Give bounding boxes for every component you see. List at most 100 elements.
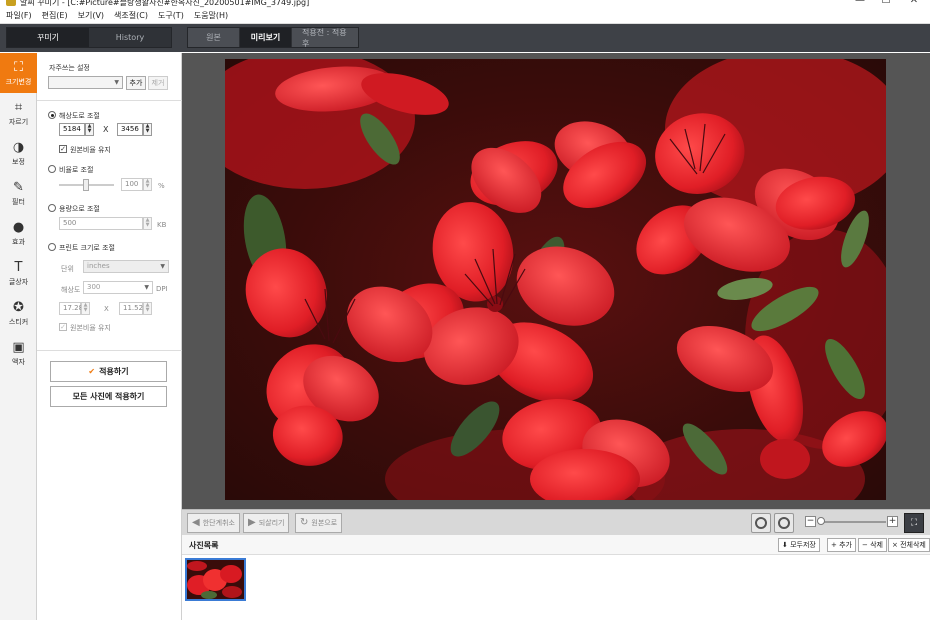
keep-ratio-checkbox[interactable]: ✓	[59, 145, 67, 153]
print-height-stepper[interactable]: ▲ ▼	[143, 302, 152, 315]
undo-button[interactable]: ◀ 한단계취소	[187, 513, 240, 533]
height-stepper[interactable]: ▲ ▼	[143, 123, 152, 136]
chevron-down-icon: ▼	[114, 79, 119, 86]
reset-button[interactable]: ↻ 원본으로	[295, 513, 343, 533]
radio-filesize[interactable]	[48, 204, 56, 212]
drop-icon: ●	[12, 219, 25, 235]
filesize-input[interactable]: 500	[59, 217, 143, 230]
tool-effect[interactable]: ● 효과	[0, 213, 37, 253]
kb-unit: KB	[157, 221, 167, 229]
photo-list-header: 사진목록 ⬇ 모두저장 + 추가 − 삭제 × 전체삭제	[182, 535, 930, 555]
add-photo-button[interactable]: + 추가	[827, 538, 856, 552]
menu-tools[interactable]: 도구(T)	[158, 10, 184, 21]
apply-button[interactable]: ✔ 적용하기	[50, 361, 167, 382]
dpi-label: 해상도	[61, 286, 81, 294]
minimize-button[interactable]: —	[850, 0, 870, 6]
menu-help[interactable]: 도움말(H)	[194, 10, 228, 21]
print-width-input[interactable]: 17.28	[59, 302, 83, 315]
close-button[interactable]: ✕	[904, 0, 924, 6]
ratio-input[interactable]: 100	[121, 178, 143, 191]
app-icon	[6, 0, 16, 6]
apply-label: 적용하기	[99, 367, 129, 376]
redo-label: 되살리기	[258, 519, 285, 527]
ratio-slider-thumb[interactable]	[83, 179, 89, 191]
delete-photo-button[interactable]: − 삭제	[858, 538, 887, 552]
ratio-stepper[interactable]: ▲ ▼	[143, 178, 152, 191]
rotate-left-icon	[755, 517, 767, 529]
unit-label: 단위	[61, 265, 74, 273]
crop-icon: ⌗	[14, 99, 23, 115]
radio-print[interactable]	[48, 243, 56, 251]
dpi-value: 300	[87, 283, 101, 291]
save-all-button[interactable]: ⬇ 모두저장	[778, 538, 820, 552]
tab-compare[interactable]: 적용전 : 적용후	[292, 28, 358, 48]
tool-crop[interactable]: ⌗ 자르기	[0, 93, 37, 133]
check-icon: ✔	[88, 367, 96, 376]
dpi-select[interactable]: 300 ▼	[83, 281, 153, 294]
height-input[interactable]: 3456	[117, 123, 143, 136]
delete-all-button[interactable]: × 전체삭제	[888, 538, 930, 552]
radio-resolution[interactable]	[48, 111, 56, 119]
maximize-button[interactable]: ☐	[876, 0, 896, 6]
redo-icon: ▶	[248, 517, 256, 528]
percent-unit: %	[158, 182, 165, 190]
chevron-down-icon: ▼	[160, 263, 165, 270]
unit-select[interactable]: inches ▼	[83, 260, 169, 273]
refresh-icon: ↻	[300, 517, 309, 528]
print-label: 프린트 크기로 조절	[59, 244, 115, 252]
print-height-input[interactable]: 11.52	[119, 302, 143, 315]
zoom-in-button[interactable]: +	[887, 516, 898, 527]
tool-sticker[interactable]: ✪ 스티커	[0, 293, 37, 333]
menu-edit[interactable]: 편집(E)	[42, 10, 68, 21]
width-input[interactable]: 5184	[59, 123, 85, 136]
left-tabs: 꾸미기 History	[6, 27, 172, 48]
tab-original[interactable]: 원본	[188, 28, 240, 47]
menu-color[interactable]: 색조절(C)	[114, 10, 148, 21]
favorites-select[interactable]: ▼	[48, 76, 123, 89]
tab-history[interactable]: History	[89, 28, 171, 47]
keep-ratio-print-label: 원본비율 유지	[70, 324, 111, 332]
title-bar: 알씨 꾸미기 - [C:#Picture#블랑생활사진#한옥사진_2020050…	[0, 0, 930, 8]
save-all-label: 모두저장	[790, 541, 816, 549]
brush-icon: ✎	[13, 179, 24, 195]
rotate-right-button[interactable]	[774, 513, 794, 533]
redo-button[interactable]: ▶ 되살리기	[243, 513, 290, 533]
tab-decorate[interactable]: 꾸미기	[7, 28, 89, 47]
edit-toolbar: ◀ 한단계취소 ▶ 되살리기 ↻ 원본으로 − + ⛶	[182, 509, 930, 535]
menu-file[interactable]: 파일(F)	[6, 10, 32, 21]
zoom-slider-track[interactable]	[818, 521, 886, 523]
menu-bar: 파일(F) 편집(E) 보기(V) 색조절(C) 도구(T) 도움말(H)	[0, 8, 930, 24]
frame-icon: ▣	[12, 339, 25, 355]
filesize-stepper[interactable]: ▲ ▼	[143, 217, 152, 230]
tool-frame[interactable]: ▣ 액자	[0, 333, 37, 373]
image-viewer[interactable]	[182, 53, 930, 509]
delete-favorite-button[interactable]: 제거	[148, 76, 168, 90]
resize-icon: ⛶	[13, 59, 24, 75]
text-icon: T	[14, 259, 23, 275]
apply-all-button[interactable]: 모든 사진에 적용하기	[50, 386, 167, 407]
tool-resize[interactable]: ⛶ 크기변경	[0, 53, 37, 93]
tool-textbox[interactable]: T 글상자	[0, 253, 37, 293]
photo-thumbnail[interactable]	[185, 558, 246, 601]
fit-screen-button[interactable]: ⛶	[904, 513, 924, 533]
chevron-down-icon: ▼	[144, 284, 149, 291]
photo-list: 사진목록 ⬇ 모두저장 + 추가 − 삭제 × 전체삭제	[182, 535, 930, 620]
tool-filter[interactable]: ✎ 필터	[0, 173, 37, 213]
radio-ratio[interactable]	[48, 165, 56, 173]
print-width-stepper[interactable]: ▲ ▼	[81, 302, 90, 315]
zoom-slider-thumb[interactable]	[817, 517, 826, 525]
keep-ratio-print-checkbox[interactable]: ✓	[59, 323, 67, 331]
undo-icon: ◀	[192, 517, 200, 528]
undo-label: 한단계취소	[202, 519, 235, 527]
rotate-left-button[interactable]	[751, 513, 771, 533]
tool-label: 효과	[12, 237, 25, 246]
zoom-out-button[interactable]: −	[805, 516, 816, 527]
width-stepper[interactable]: ▲ ▼	[85, 123, 94, 136]
menu-view[interactable]: 보기(V)	[78, 10, 104, 21]
add-favorite-button[interactable]: 추가	[126, 76, 146, 90]
divider	[37, 350, 182, 351]
tab-preview[interactable]: 미리보기	[240, 28, 292, 47]
tool-adjust[interactable]: ◑ 보정	[0, 133, 37, 173]
save-icon: ⬇	[782, 541, 791, 549]
tool-label: 자르기	[8, 117, 29, 126]
